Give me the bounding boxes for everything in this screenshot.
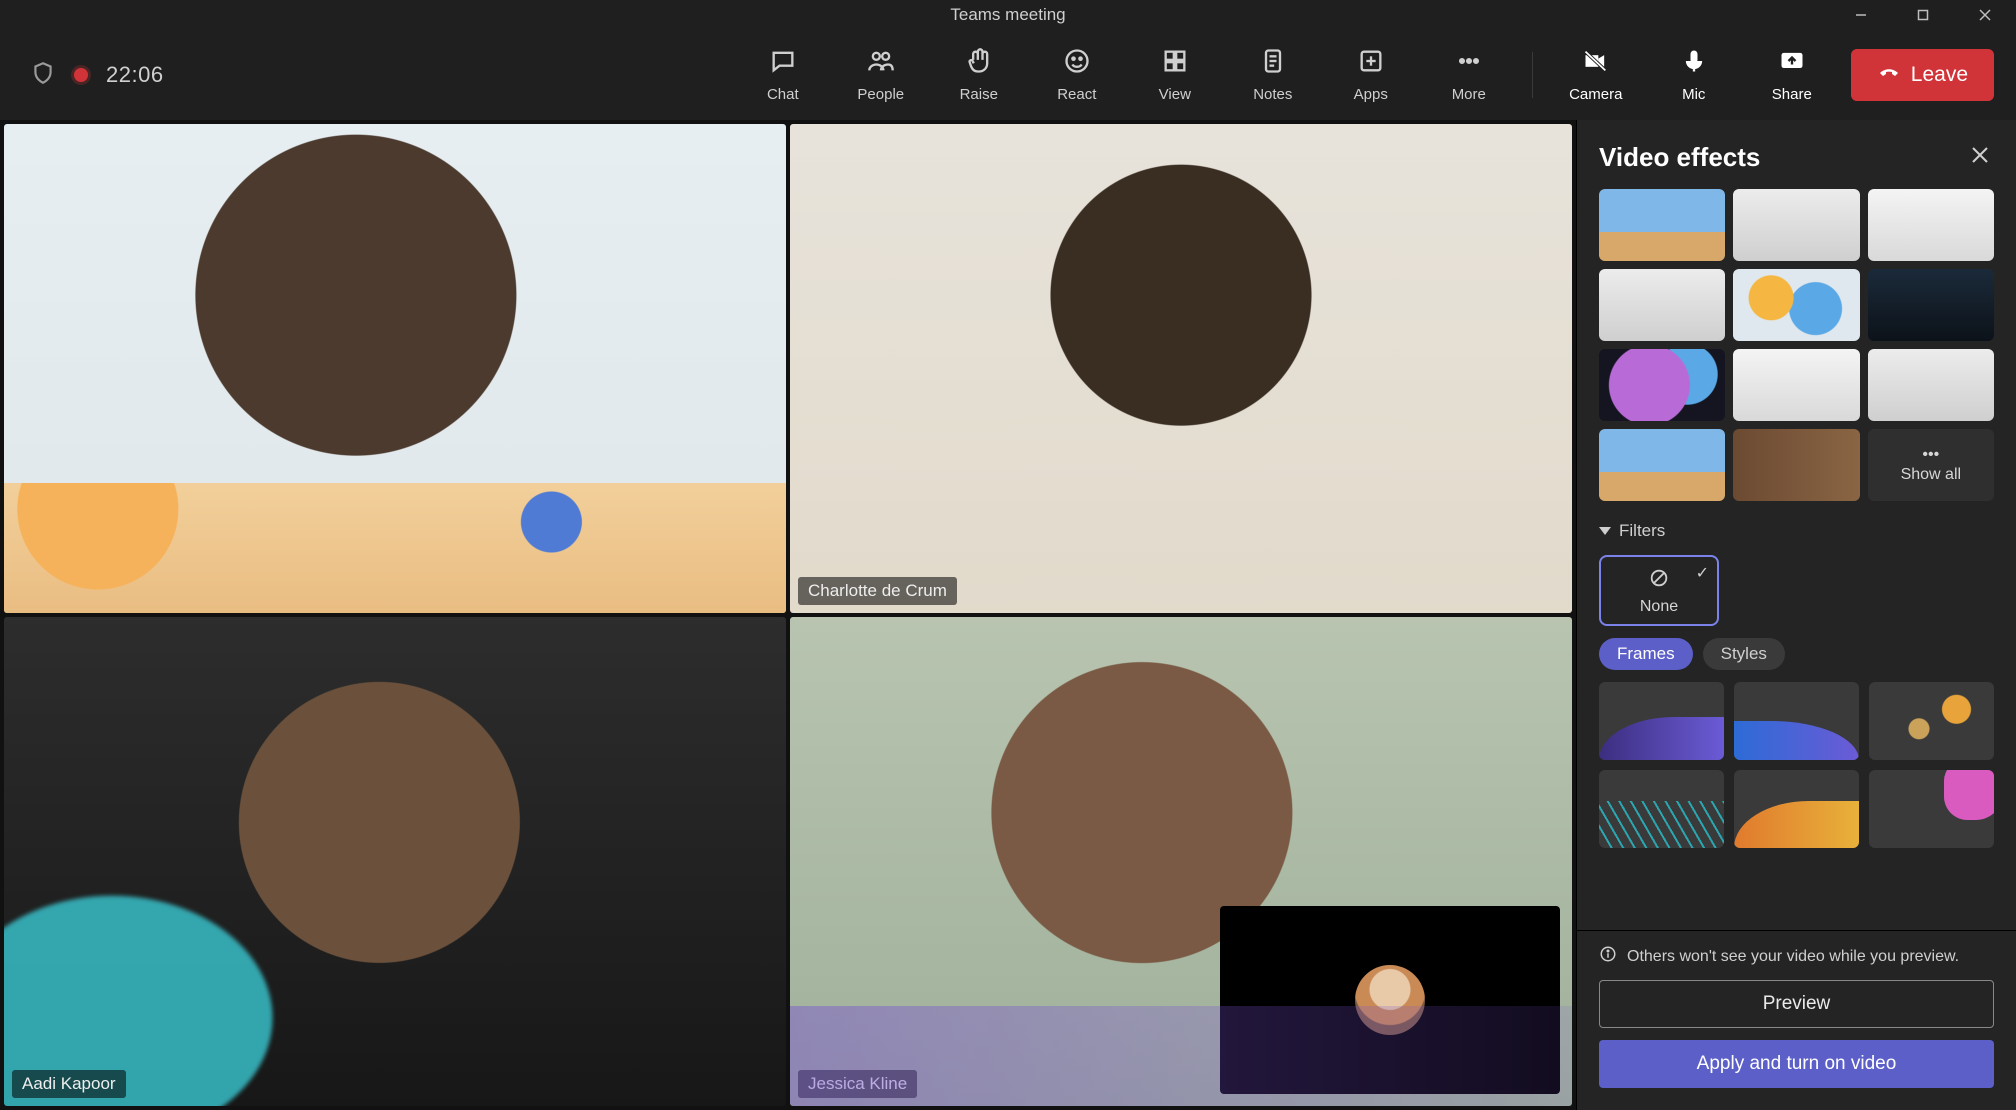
mic-toggle-button[interactable]: Mic xyxy=(1655,39,1733,111)
shield-icon xyxy=(30,60,56,91)
participant-name-tag: Jessica Kline xyxy=(798,1070,917,1098)
meeting-body: Serena Davis Charlotte de Crum Aadi Kapo… xyxy=(0,120,2016,1110)
raise-hand-button[interactable]: Raise xyxy=(940,39,1018,111)
background-thumb[interactable] xyxy=(1868,189,1994,261)
background-thumb[interactable] xyxy=(1733,189,1859,261)
chat-icon xyxy=(769,47,797,80)
camera-off-icon xyxy=(1582,47,1610,80)
show-all-backgrounds-button[interactable]: ••• Show all xyxy=(1868,429,1994,501)
chat-button[interactable]: Chat xyxy=(744,39,822,111)
notes-button[interactable]: Notes xyxy=(1234,39,1312,111)
participant-name-tag: Serena Davis xyxy=(12,577,134,605)
self-preview-pip[interactable] xyxy=(1220,906,1560,1094)
share-screen-icon xyxy=(1778,47,1806,80)
more-icon xyxy=(1455,47,1483,80)
title-bar: Teams meeting xyxy=(0,0,2016,30)
minimize-button[interactable] xyxy=(1830,0,1892,30)
background-thumb[interactable] xyxy=(1599,269,1725,341)
self-avatar xyxy=(1355,965,1425,1035)
grid-icon xyxy=(1161,47,1189,80)
chevron-down-icon xyxy=(1599,527,1611,535)
background-grid: ••• Show all xyxy=(1577,189,2016,507)
share-button[interactable]: Share xyxy=(1753,39,1831,111)
app-window: Teams meeting 22:06 Chat People Raise xyxy=(0,0,2016,1110)
toolbar-divider xyxy=(1532,52,1533,98)
react-button[interactable]: React xyxy=(1038,39,1116,111)
video-effects-panel: Video effects ••• Show all xyxy=(1576,120,2016,1110)
meeting-toolbar: 22:06 Chat People Raise React View Notes xyxy=(0,30,2016,120)
preview-info-text: Others won't see your video while you pr… xyxy=(1599,945,1994,968)
no-filter-icon xyxy=(1648,567,1670,594)
background-thumb[interactable] xyxy=(1599,429,1725,501)
info-icon xyxy=(1599,945,1617,968)
more-button[interactable]: More xyxy=(1430,39,1508,111)
panel-title: Video effects xyxy=(1599,142,1760,173)
people-button[interactable]: People xyxy=(842,39,920,111)
check-icon: ✓ xyxy=(1696,563,1709,583)
background-thumb[interactable] xyxy=(1868,269,1994,341)
filters-section-toggle[interactable]: Filters xyxy=(1577,507,2016,547)
video-stage: Serena Davis Charlotte de Crum Aadi Kapo… xyxy=(0,120,1576,1110)
window-title: Teams meeting xyxy=(950,5,1065,25)
frame-thumb[interactable] xyxy=(1734,682,1859,760)
apps-button[interactable]: Apps xyxy=(1332,39,1410,111)
close-window-button[interactable] xyxy=(1954,0,2016,30)
recording-indicator-icon xyxy=(74,68,88,82)
background-thumb[interactable] xyxy=(1599,189,1725,261)
participant-tile[interactable]: Jessica Kline xyxy=(790,617,1572,1106)
participant-tile[interactable]: Aadi Kapoor xyxy=(4,617,786,1106)
background-thumb[interactable] xyxy=(1733,269,1859,341)
participant-name-tag: Aadi Kapoor xyxy=(12,1070,126,1098)
participant-tile[interactable]: Charlotte de Crum xyxy=(790,124,1572,613)
participant-name-tag: Charlotte de Crum xyxy=(798,577,957,605)
maximize-button[interactable] xyxy=(1892,0,1954,30)
frame-thumb[interactable] xyxy=(1599,770,1724,848)
camera-toggle-button[interactable]: Camera xyxy=(1557,39,1635,111)
frame-thumb[interactable] xyxy=(1734,770,1859,848)
view-button[interactable]: View xyxy=(1136,39,1214,111)
background-thumb[interactable] xyxy=(1733,429,1859,501)
background-thumb[interactable] xyxy=(1599,349,1725,421)
hand-icon xyxy=(965,47,993,80)
chip-frames[interactable]: Frames xyxy=(1599,638,1693,670)
leave-button[interactable]: Leave xyxy=(1851,49,1994,101)
participant-tile[interactable]: Serena Davis xyxy=(4,124,786,613)
close-icon xyxy=(1970,145,1990,170)
preview-button[interactable]: Preview xyxy=(1599,980,1994,1028)
mic-icon xyxy=(1680,47,1708,80)
close-panel-button[interactable] xyxy=(1966,144,1994,172)
window-controls xyxy=(1830,0,2016,30)
frame-thumb[interactable] xyxy=(1599,682,1724,760)
elapsed-time: 22:06 xyxy=(106,62,164,88)
background-thumb[interactable] xyxy=(1733,349,1859,421)
frame-thumb[interactable] xyxy=(1869,770,1994,848)
background-thumb[interactable] xyxy=(1868,349,1994,421)
chip-styles[interactable]: Styles xyxy=(1703,638,1785,670)
notes-icon xyxy=(1259,47,1287,80)
hangup-icon xyxy=(1877,60,1901,90)
people-icon xyxy=(867,47,895,80)
filter-none-option[interactable]: ✓ None xyxy=(1599,555,1719,626)
more-icon: ••• xyxy=(1922,446,1939,464)
plus-square-icon xyxy=(1357,47,1385,80)
smile-icon xyxy=(1063,47,1091,80)
frames-grid xyxy=(1577,682,2016,858)
apply-video-button[interactable]: Apply and turn on video xyxy=(1599,1040,1994,1088)
frame-thumb[interactable] xyxy=(1869,682,1994,760)
